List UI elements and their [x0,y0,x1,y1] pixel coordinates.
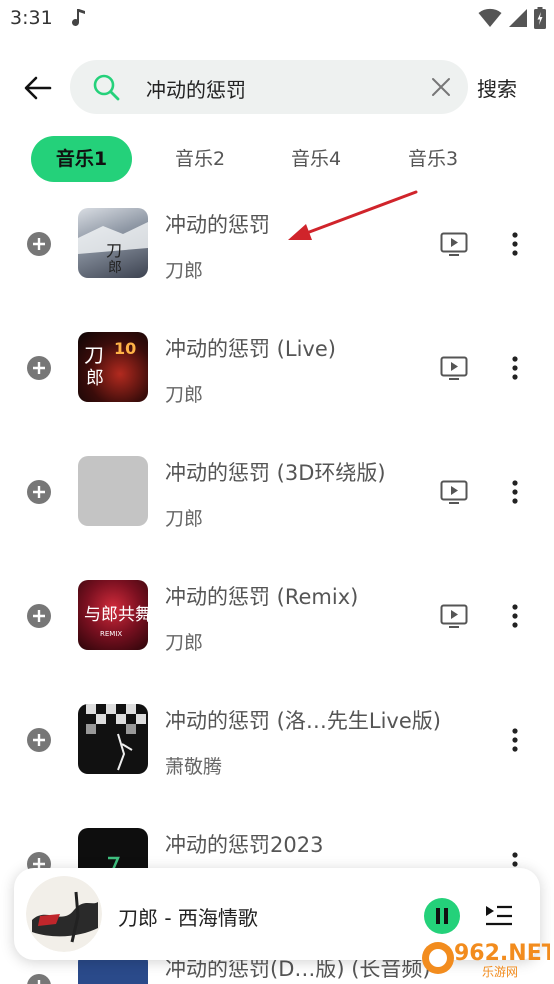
album-cover: 刀郎 10 [78,332,148,402]
song-artist: 刀郎 [165,260,204,282]
video-icon[interactable] [440,604,468,628]
svg-text:郎: 郎 [108,260,122,276]
source-tabs: 音乐1 音乐2 音乐4 音乐3 [0,136,554,182]
search-button[interactable]: 搜索 [477,73,517,102]
svg-text:刀: 刀 [106,241,122,260]
song-title: 冲动的惩罚 (洛…先生Live版) [165,709,441,733]
song-title: 冲动的惩罚 (Live) [165,337,336,361]
watermark-text: 962.NET [454,941,550,966]
svg-text:郎: 郎 [86,368,104,389]
pause-button[interactable] [424,898,460,934]
tab-music-4[interactable]: 音乐4 [266,136,366,182]
tab-music-1[interactable]: 音乐1 [31,136,132,182]
song-row[interactable]: 刀郎 10 冲动的惩罚 (Live) 刀郎 [0,318,554,418]
song-title: 冲动的惩罚2023 [165,833,324,857]
playlist-icon[interactable] [484,902,514,930]
add-circle-icon[interactable] [27,604,51,628]
signal-icon [509,9,527,27]
music-note-icon [72,9,85,26]
song-artist: 刀郎 [165,384,204,406]
svg-text:10: 10 [114,339,136,358]
more-vertical-icon[interactable] [505,354,525,382]
tab-music-2[interactable]: 音乐2 [150,136,250,182]
add-circle-icon[interactable] [27,728,51,752]
search-field[interactable]: 冲动的惩罚 [70,60,468,114]
tab-music-3[interactable]: 音乐3 [383,136,483,182]
watermark-logo: 962.NET 乐游网 [422,941,550,979]
song-artist: 刀郎 [165,508,204,530]
watermark-sub: 乐游网 [482,965,518,979]
pause-icon [436,908,448,924]
song-artist: 刀郎 [165,632,204,654]
video-icon[interactable] [440,232,468,256]
status-time: 3:31 [10,7,53,29]
search-input[interactable]: 冲动的惩罚 [146,74,246,103]
search-icon [93,74,120,101]
album-cover: 刀郎 [78,208,148,278]
song-artist: 萧敬腾 [165,756,223,778]
more-vertical-icon[interactable] [505,726,525,754]
song-row[interactable]: 冲动的惩罚 (3D环绕版) 刀郎 [0,442,554,542]
battery-icon [534,7,546,29]
back-button[interactable] [18,68,58,108]
svg-text:刀: 刀 [84,343,104,367]
more-vertical-icon[interactable] [505,478,525,506]
song-row[interactable]: 与郎共舞 REMIX 冲动的惩罚 (Remix) 刀郎 [0,566,554,666]
arrow-left-icon [24,76,52,100]
add-circle-icon[interactable] [27,356,51,380]
more-vertical-icon[interactable] [505,230,525,258]
album-cover-placeholder [78,456,148,526]
more-vertical-icon[interactable] [505,602,525,630]
video-icon[interactable] [440,356,468,380]
svg-text:与郎共舞: 与郎共舞 [84,605,148,625]
now-playing-title: 刀郎 - 西海情歌 [118,906,258,930]
song-title: 冲动的惩罚 (3D环绕版) [165,461,386,485]
album-cover: 与郎共舞 REMIX [78,580,148,650]
song-title: 冲动的惩罚 (Remix) [165,585,359,609]
close-icon[interactable] [428,74,454,100]
svg-text:REMIX: REMIX [100,630,122,638]
song-row[interactable]: 刀郎 冲动的惩罚 刀郎 [0,194,554,294]
now-playing-cover [26,876,102,952]
video-icon[interactable] [440,480,468,504]
add-circle-icon[interactable] [27,480,51,504]
wifi-icon [478,8,502,27]
status-icons [478,6,546,30]
status-bar: 3:31 [0,0,554,40]
song-title: 冲动的惩罚 [165,213,270,237]
add-circle-icon[interactable] [27,232,51,256]
add-circle-icon[interactable] [27,974,51,984]
search-bar: 冲动的惩罚 搜索 [0,58,554,116]
album-cover [78,704,148,774]
song-row[interactable]: 冲动的惩罚 (洛…先生Live版) 萧敬腾 [0,690,554,790]
